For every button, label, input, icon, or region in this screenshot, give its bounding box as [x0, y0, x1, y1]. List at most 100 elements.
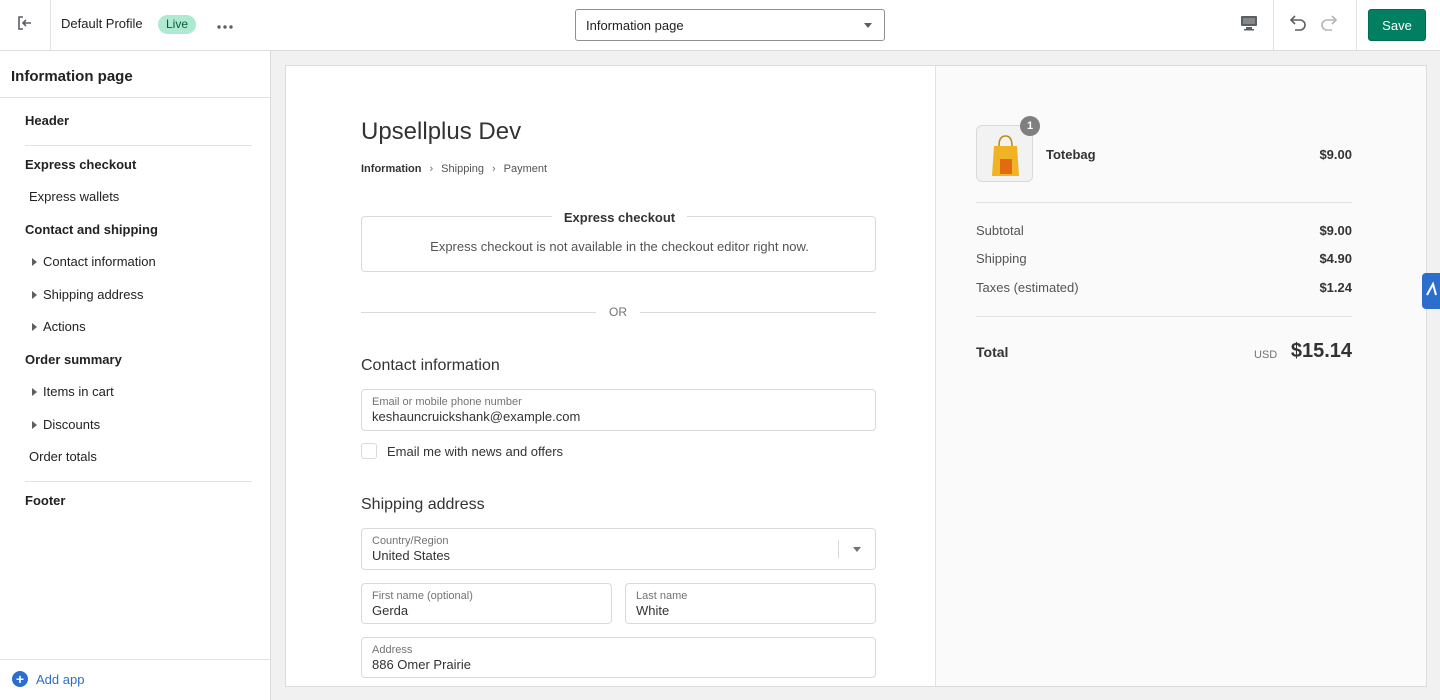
sidebar-item-label: Actions [43, 319, 86, 334]
sidebar: Information page Header Express checkout… [0, 51, 271, 700]
expand-caret-icon [32, 388, 37, 396]
add-app-label: Add app [36, 671, 85, 687]
sidebar-item-label: Contact information [43, 254, 156, 269]
page-selector-value: Information page [586, 17, 684, 33]
product-name: Totebag [1046, 147, 1096, 162]
divider [0, 659, 270, 660]
divider-line [361, 312, 596, 313]
first-name-label: First name (optional) [372, 590, 473, 602]
undo-icon [1287, 14, 1307, 37]
sidebar-item-items-in-cart[interactable]: Items in cart [32, 384, 114, 399]
checkout-main: Upsellplus Dev Information › Shipping › … [286, 66, 935, 686]
product-thumbnail: 1 [976, 116, 1040, 182]
select-divider [838, 540, 839, 558]
express-checkout-box: Express checkout Express checkout is not… [361, 210, 876, 272]
redo-icon [1320, 14, 1340, 37]
add-app-button[interactable]: + Add app [12, 671, 84, 687]
app-side-tab[interactable] [1422, 273, 1440, 309]
expand-caret-icon [32, 421, 37, 429]
breadcrumb-information: Information [361, 163, 422, 175]
undo-button[interactable] [1284, 12, 1310, 38]
chevron-right-icon: › [429, 163, 434, 175]
shipping-address-heading: Shipping address [361, 496, 485, 513]
sidebar-item-contact-and-shipping[interactable]: Contact and shipping [25, 222, 158, 237]
subtotal-value: $9.00 [1319, 223, 1352, 238]
redo-button[interactable] [1317, 12, 1343, 38]
address-value: 886 Omer Prairie [372, 657, 471, 672]
sidebar-item-footer[interactable]: Footer [25, 493, 65, 508]
breadcrumb-shipping[interactable]: Shipping [441, 163, 484, 175]
toolbar-divider [1356, 0, 1357, 50]
email-field-label: Email or mobile phone number [372, 396, 522, 408]
divider-line [640, 312, 876, 313]
newsletter-label: Email me with news and offers [387, 443, 564, 459]
contact-information-heading: Contact information [361, 357, 500, 374]
caret-down-icon [864, 22, 872, 28]
sidebar-item-express-checkout[interactable]: Express checkout [25, 157, 136, 172]
country-label: Country/Region [372, 535, 449, 547]
email-field-value: keshauncruickshank@example.com [372, 409, 581, 424]
or-label: OR [609, 305, 627, 319]
country-select[interactable]: Country/Region United States [361, 528, 876, 570]
address-label: Address [372, 644, 413, 656]
express-checkout-title: Express checkout [552, 210, 687, 225]
checkout-preview: Upsellplus Dev Information › Shipping › … [285, 65, 1427, 687]
last-name-value: White [636, 603, 670, 618]
page-selector[interactable]: Information page [575, 9, 885, 41]
shipping-row: Shipping $4.90 [976, 251, 1352, 266]
total-amount: $15.14 [1290, 340, 1352, 362]
top-bar: Default Profile Live Information page Sa… [0, 0, 1440, 51]
total-label: Total [976, 344, 1009, 360]
expand-caret-icon [32, 291, 37, 299]
expand-caret-icon [32, 258, 37, 266]
desktop-icon [1240, 15, 1258, 36]
sidebar-item-discounts[interactable]: Discounts [32, 417, 100, 432]
first-name-value: Gerda [372, 603, 409, 618]
save-button[interactable]: Save [1368, 9, 1426, 41]
country-value: United States [372, 548, 451, 563]
address-field[interactable]: Address 886 Omer Prairie [361, 637, 876, 678]
more-actions-button[interactable] [213, 14, 237, 36]
taxes-label: Taxes (estimated) [976, 280, 1079, 295]
sidebar-item-label: Items in cart [43, 384, 114, 399]
sidebar-item-contact-information[interactable]: Contact information [32, 254, 156, 269]
last-name-field[interactable]: Last name White [625, 583, 876, 624]
shop-name: Upsellplus Dev [361, 118, 522, 145]
taxes-value: $1.24 [1319, 280, 1352, 295]
sidebar-item-order-totals[interactable]: Order totals [29, 449, 97, 464]
shipping-value: $4.90 [1319, 251, 1352, 266]
more-icon [217, 16, 233, 34]
email-field[interactable]: Email or mobile phone number keshauncrui… [361, 389, 876, 431]
chevron-right-icon: › [492, 163, 496, 175]
total-currency: USD [1254, 349, 1278, 361]
breadcrumb: Information › Shipping › Payment [361, 163, 547, 175]
toolbar-divider [1273, 0, 1274, 50]
checkbox[interactable] [361, 443, 377, 459]
quantity-badge: 1 [1020, 116, 1040, 136]
sidebar-title: Information page [11, 68, 133, 85]
divider [25, 145, 252, 146]
app-logo-icon [1424, 280, 1438, 302]
divider [976, 202, 1352, 203]
chevron-down-icon [853, 547, 861, 552]
exit-icon [16, 14, 34, 37]
first-name-field[interactable]: First name (optional) Gerda [361, 583, 612, 624]
breadcrumb-payment[interactable]: Payment [504, 163, 547, 175]
product-price: $9.00 [1319, 147, 1352, 162]
sidebar-item-header[interactable]: Header [25, 113, 69, 128]
exit-editor-button[interactable] [0, 0, 51, 50]
expand-caret-icon [32, 323, 37, 331]
sidebar-item-actions[interactable]: Actions [32, 319, 86, 334]
last-name-label: Last name [636, 590, 688, 602]
sidebar-item-label: Shipping address [43, 287, 144, 302]
sidebar-item-order-summary[interactable]: Order summary [25, 352, 122, 367]
divider [25, 481, 252, 482]
express-checkout-message: Express checkout is not available in the… [430, 239, 809, 254]
taxes-row: Taxes (estimated) $1.24 [976, 280, 1352, 295]
or-divider: OR [361, 305, 876, 319]
desktop-preview-button[interactable] [1236, 12, 1262, 38]
sidebar-item-shipping-address[interactable]: Shipping address [32, 287, 143, 302]
newsletter-checkbox[interactable]: Email me with news and offers [361, 443, 563, 459]
sidebar-item-express-wallets[interactable]: Express wallets [29, 189, 119, 204]
divider [976, 316, 1352, 317]
